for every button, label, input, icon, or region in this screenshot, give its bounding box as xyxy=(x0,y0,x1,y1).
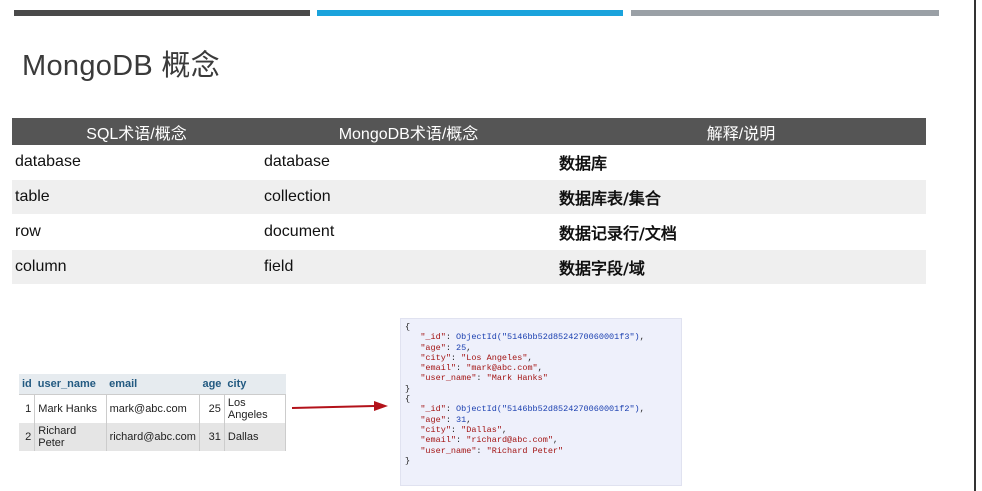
col-email: email xyxy=(106,374,200,395)
concept-table-header: SQL术语/概念 MongoDB术语/概念 解释/说明 xyxy=(12,118,926,145)
col-id: id xyxy=(19,374,35,395)
cell-city: Dallas xyxy=(224,423,287,451)
col-age: age xyxy=(199,374,225,395)
json-field-line: "city": "Los Angeles", xyxy=(420,352,533,363)
table-row: row document 数据记录行/文档 xyxy=(12,214,926,250)
json-key: "city" xyxy=(420,424,451,435)
table-row: column field 数据字段/域 xyxy=(12,249,926,285)
json-key: "age" xyxy=(420,342,446,353)
explanation-cell: 数据字段/域 xyxy=(556,249,926,285)
json-document: { "_id": ObjectId("5146bb52d852427006000… xyxy=(405,322,677,394)
mongodb-term-cell: document xyxy=(261,214,556,250)
cell-email: mark@abc.com xyxy=(106,394,200,423)
json-key: "age" xyxy=(420,414,446,425)
json-key: "user_name" xyxy=(420,373,477,384)
cell-city: Los Angeles xyxy=(224,394,287,423)
json-value: 25 xyxy=(456,342,467,353)
json-key: "_id" xyxy=(420,404,446,415)
col-user-name: user_name xyxy=(34,374,107,395)
sql-term-cell: table xyxy=(12,179,261,215)
concept-table: SQL术语/概念 MongoDB术语/概念 解释/说明 database dat… xyxy=(12,118,926,285)
sql-term-cell: row xyxy=(12,214,261,250)
col-city: city xyxy=(224,374,286,395)
table-row: table collection 数据库表/集合 xyxy=(12,179,926,215)
json-field-line: "age": 31, xyxy=(420,414,472,425)
json-value: ObjectId("5146bb52d8524270060001f3") xyxy=(456,332,640,343)
explanation-cell: 数据库 xyxy=(556,145,926,180)
json-value: "Dallas" xyxy=(461,424,502,435)
header-sql-term: SQL术语/概念 xyxy=(12,118,261,145)
json-key: "user_name" xyxy=(420,445,477,456)
json-value: 31 xyxy=(456,414,467,425)
json-field-line: "_id": ObjectId("5146bb52d8524270060001f… xyxy=(420,332,645,343)
cell-age: 31 xyxy=(199,423,225,451)
json-key: "email" xyxy=(420,363,457,374)
json-brace-open: { xyxy=(405,394,411,405)
slide-right-border xyxy=(974,0,976,491)
json-brace-close: } xyxy=(405,455,411,466)
json-field-line: "user_name": "Richard Peter" xyxy=(420,445,564,456)
cell-id: 2 xyxy=(19,423,36,451)
cell-email: richard@abc.com xyxy=(106,423,200,451)
right-arrow-icon xyxy=(291,401,388,411)
json-field-line: "age": 25, xyxy=(420,342,472,353)
json-brace-open: { xyxy=(405,322,411,332)
cell-user-name: Richard Peter xyxy=(34,423,107,451)
mongodb-term-cell: field xyxy=(261,249,556,285)
json-brace-close: } xyxy=(405,383,411,394)
mongodb-term-cell: collection xyxy=(261,179,556,215)
json-value: "Mark Hanks" xyxy=(486,373,548,384)
mongodb-term-cell: database xyxy=(261,145,556,180)
top-accent-bar-dark xyxy=(14,10,310,16)
sql-term-cell: database xyxy=(12,145,261,180)
json-key: "email" xyxy=(420,435,457,446)
json-field-line: "email": "mark@abc.com", xyxy=(420,363,543,374)
json-field-line: "_id": ObjectId("5146bb52d8524270060001f… xyxy=(420,404,645,415)
sql-result-grid: id user_name email age city 1 Mark Hanks… xyxy=(19,374,287,451)
cell-id: 1 xyxy=(19,394,36,423)
table-row: 2 Richard Peter richard@abc.com 31 Dalla… xyxy=(19,423,287,451)
json-key: "city" xyxy=(420,352,451,363)
json-value: "mark@abc.com" xyxy=(466,363,538,374)
top-accent-bar-gray xyxy=(631,10,939,16)
header-mongodb-term: MongoDB术语/概念 xyxy=(261,118,556,145)
json-documents: { "_id": ObjectId("5146bb52d852427006000… xyxy=(400,318,682,486)
explanation-cell: 数据记录行/文档 xyxy=(556,214,926,250)
json-field-line: "city": "Dallas", xyxy=(420,424,508,435)
sql-grid-header: id user_name email age city xyxy=(19,374,286,395)
cell-user-name: Mark Hanks xyxy=(34,394,107,423)
cell-age: 25 xyxy=(199,394,225,423)
json-value: "richard@abc.com" xyxy=(466,435,553,446)
json-field-line: "user_name": "Mark Hanks" xyxy=(420,373,548,384)
explanation-cell: 数据库表/集合 xyxy=(556,179,926,215)
json-field-line: "email": "richard@abc.com", xyxy=(420,435,559,446)
json-document: { "_id": ObjectId("5146bb52d852427006000… xyxy=(405,394,677,466)
json-value: ObjectId("5146bb52d8524270060001f2") xyxy=(456,404,640,415)
table-row: 1 Mark Hanks mark@abc.com 25 Los Angeles xyxy=(19,394,287,423)
header-explanation: 解释/说明 xyxy=(556,118,926,145)
json-value: "Richard Peter" xyxy=(486,445,564,456)
slide-title: MongoDB 概念 xyxy=(22,50,221,82)
table-row: database database 数据库 xyxy=(12,145,926,180)
top-accent-bar-blue xyxy=(317,10,623,16)
json-key: "_id" xyxy=(420,332,446,343)
json-value: "Los Angeles" xyxy=(461,352,528,363)
sql-term-cell: column xyxy=(12,249,261,285)
